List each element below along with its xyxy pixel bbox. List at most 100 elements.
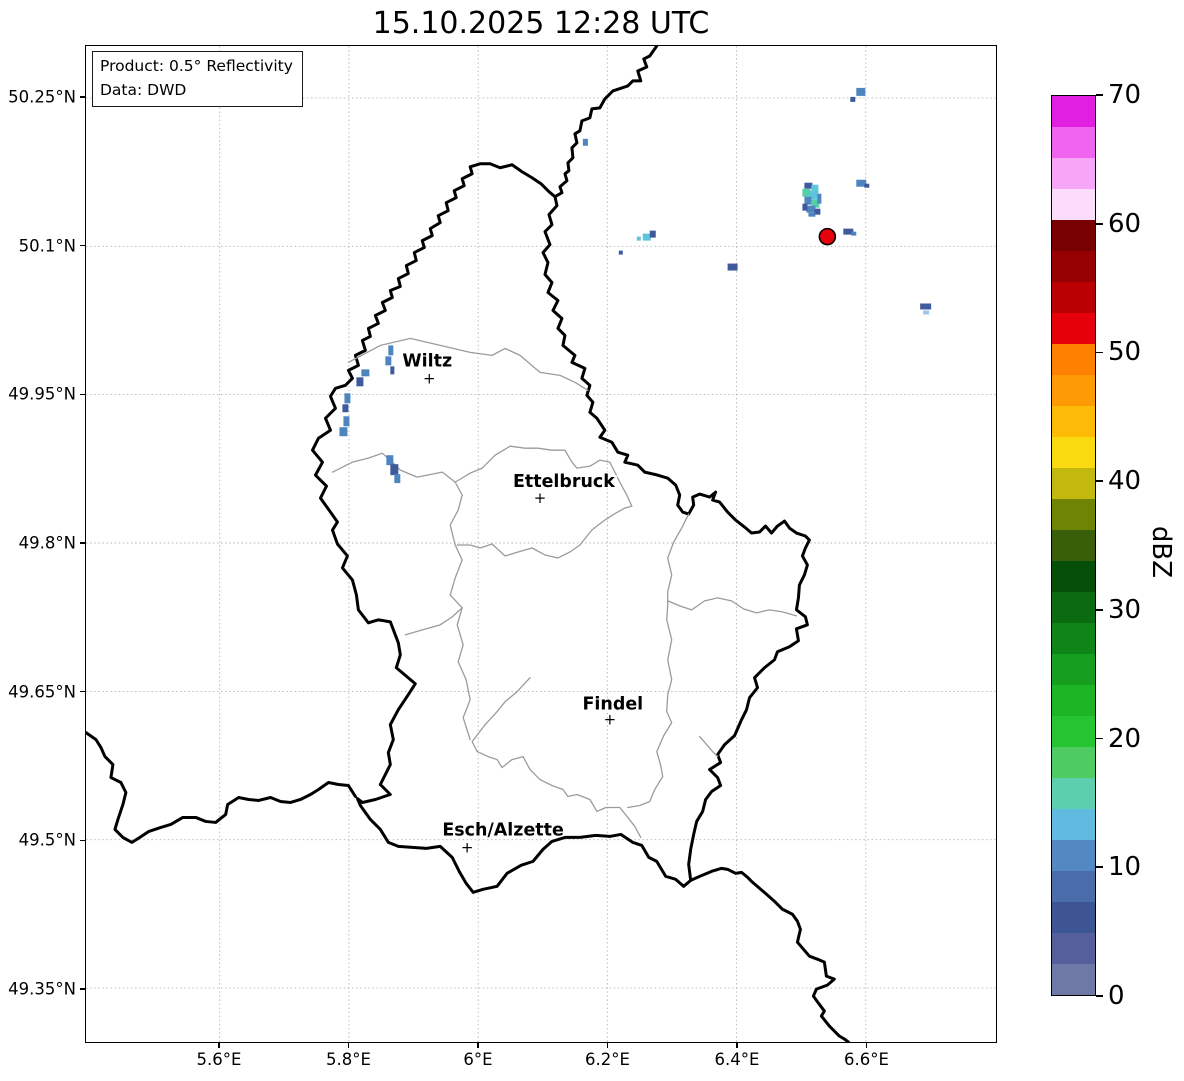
x-tick-label: 6°E xyxy=(463,1050,493,1069)
x-tick-label: 6.4°E xyxy=(714,1050,760,1069)
y-tick-mark xyxy=(80,96,85,98)
city-label: Esch/Alzette xyxy=(442,820,563,840)
radar-echo xyxy=(390,366,395,375)
country-border xyxy=(86,731,357,844)
radar-echo xyxy=(920,303,932,310)
colorbar-band xyxy=(1052,499,1095,530)
radar-echo xyxy=(727,263,738,271)
district-border xyxy=(449,481,471,741)
colorbar-band xyxy=(1052,158,1095,189)
radar-echo xyxy=(811,184,819,192)
colorbar-tick-label: 40 xyxy=(1108,466,1142,497)
colorbar-tick-mark xyxy=(1096,94,1103,96)
colorbar-band xyxy=(1052,375,1095,406)
radar-echo xyxy=(802,203,808,211)
product-info-line1: Product: 0.5° Reflectivity xyxy=(100,57,293,75)
city-label: Ettelbruck xyxy=(513,472,615,492)
colorbar-tick-mark xyxy=(1096,480,1103,482)
radar-echo xyxy=(806,205,816,213)
district-border xyxy=(667,597,798,617)
map-svg: +Wiltz+Ettelbruck+Findel+Esch/Alzette xyxy=(86,46,996,1042)
colorbar-tick-mark xyxy=(1096,351,1103,354)
colorbar-tick-label: 0 xyxy=(1108,981,1125,1011)
colorbar-tick-mark xyxy=(1096,995,1103,997)
radar-echo xyxy=(804,196,812,205)
colorbar-band xyxy=(1052,685,1095,716)
y-tick-mark xyxy=(80,839,85,842)
country-border xyxy=(553,46,659,199)
colorbar-band xyxy=(1052,871,1095,902)
x-tick-mark xyxy=(477,1043,479,1048)
colorbar-band xyxy=(1052,654,1095,685)
district-border xyxy=(627,513,690,809)
colorbar-band xyxy=(1052,313,1095,344)
colorbar-tick-label: 10 xyxy=(1108,852,1142,883)
radar-echo xyxy=(864,183,870,188)
colorbar-band xyxy=(1052,344,1095,375)
colorbar-band xyxy=(1052,189,1095,220)
country-border xyxy=(311,162,811,894)
y-tick-mark xyxy=(80,988,85,990)
colorbar-band xyxy=(1052,406,1095,437)
y-tick-label: 49.35°N xyxy=(8,979,76,999)
radar-site-marker xyxy=(818,227,837,246)
radar-echo xyxy=(343,416,350,427)
colorbar-band xyxy=(1052,809,1095,840)
x-tick-mark xyxy=(218,1043,220,1048)
x-tick-label: 5.6°E xyxy=(196,1050,242,1069)
city-label: Findel xyxy=(583,695,644,715)
x-tick-label: 5.8°E xyxy=(326,1050,371,1069)
figure-title: 15.10.2025 12:28 UTC xyxy=(372,6,710,41)
radar-echo xyxy=(636,236,641,241)
product-info-line2: Data: DWD xyxy=(100,81,187,100)
colorbar-band xyxy=(1052,778,1095,809)
colorbar-band xyxy=(1052,840,1095,871)
x-tick-mark xyxy=(606,1043,609,1048)
colorbar-band xyxy=(1052,592,1095,623)
radar-echo xyxy=(802,188,811,197)
radar-echo xyxy=(923,310,930,315)
radar-echo xyxy=(388,345,394,356)
radar-echo xyxy=(582,138,588,146)
radar-echo xyxy=(804,182,813,189)
colorbar-band xyxy=(1052,282,1095,313)
country-border xyxy=(689,866,850,1042)
y-tick-label: 49.5°N xyxy=(18,830,76,850)
y-tick-label: 50.25°N xyxy=(8,87,76,107)
colorbar-tick-label: 60 xyxy=(1108,208,1142,239)
radar-echo xyxy=(642,233,651,241)
y-tick-mark xyxy=(80,244,85,247)
radar-echo xyxy=(339,427,348,437)
colorbar-tick-label: 20 xyxy=(1108,723,1142,754)
radar-echo xyxy=(817,193,822,204)
radar-echo xyxy=(856,87,866,96)
district-border xyxy=(404,607,463,636)
district-border xyxy=(347,337,589,391)
colorbar-band xyxy=(1052,964,1095,995)
district-border xyxy=(699,735,719,758)
colorbar-band xyxy=(1052,220,1095,251)
radar-echo xyxy=(850,96,856,102)
colorbar-band xyxy=(1052,468,1095,499)
radar-echo xyxy=(808,212,816,217)
colorbar-tick-mark xyxy=(1096,609,1103,611)
colorbar-tick-mark xyxy=(1096,222,1103,225)
y-tick-mark xyxy=(80,393,85,396)
y-tick-mark xyxy=(80,690,85,693)
colorbar-tick-label: 50 xyxy=(1108,337,1142,368)
colorbar xyxy=(1051,95,1096,996)
radar-echo xyxy=(390,464,399,476)
radar-echo xyxy=(851,231,857,236)
colorbar-band xyxy=(1052,530,1095,561)
colorbar-band xyxy=(1052,96,1095,127)
city-label: Wiltz xyxy=(402,351,452,371)
colorbar-band xyxy=(1052,623,1095,654)
colorbar-band xyxy=(1052,251,1095,282)
colorbar-band xyxy=(1052,933,1095,964)
y-tick-label: 49.95°N xyxy=(8,384,76,404)
colorbar-band xyxy=(1052,716,1095,747)
radar-echo xyxy=(386,455,394,466)
x-tick-mark xyxy=(865,1043,868,1048)
radar-figure: 15.10.2025 12:28 UTC + Wiltz + Ettelbruck + F… xyxy=(0,0,1184,1081)
colorbar-tick-mark xyxy=(1096,866,1103,869)
